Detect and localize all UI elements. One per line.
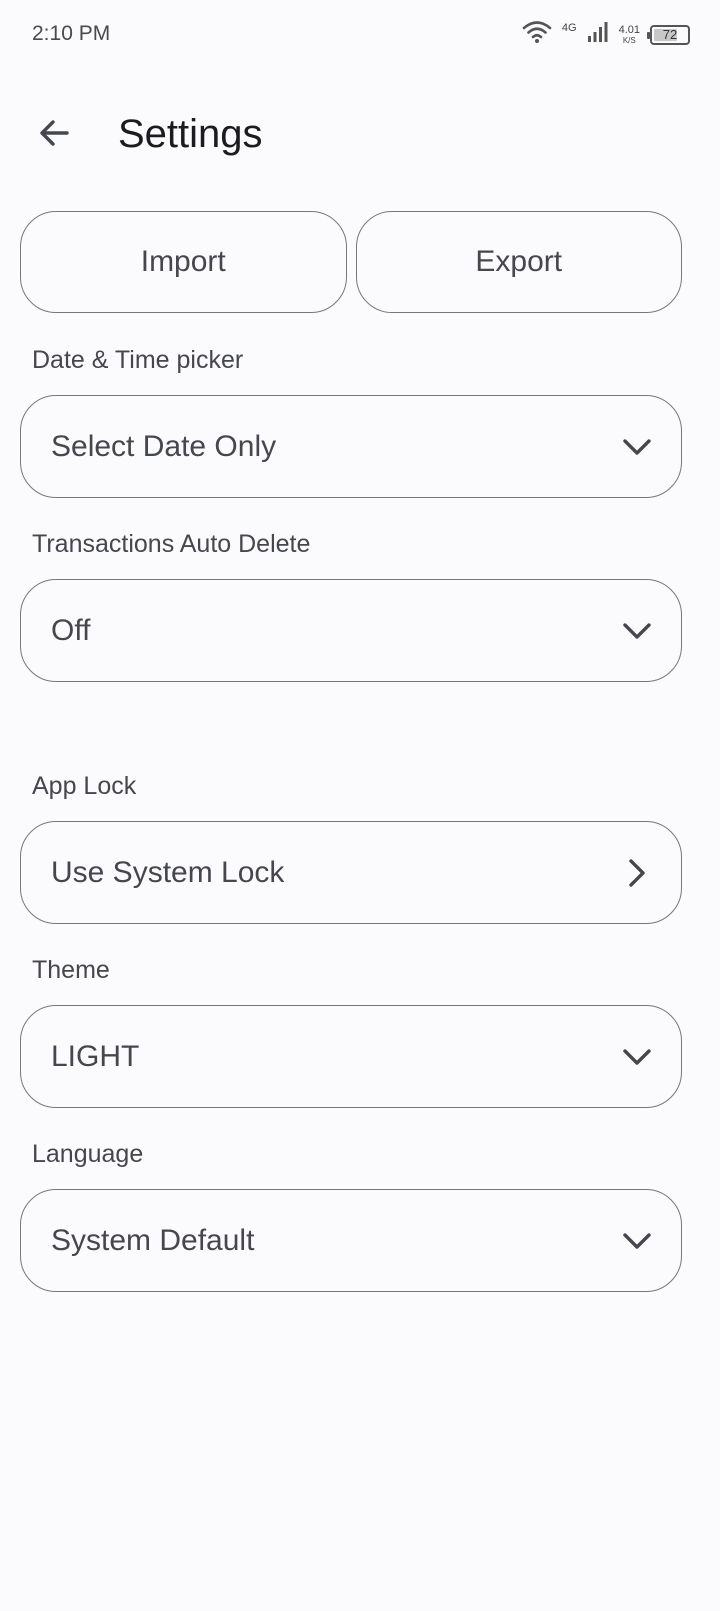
- chevron-down-icon: [621, 431, 653, 463]
- language-label: Language: [32, 1140, 144, 1168]
- import-button[interactable]: Import: [20, 211, 347, 313]
- chevron-right-icon: [621, 857, 653, 889]
- chevron-down-icon: [621, 615, 653, 647]
- app-lock-label: App Lock: [32, 772, 137, 800]
- speed-value: 4.01: [618, 23, 640, 36]
- chevron-down-icon: [621, 1225, 653, 1257]
- theme-label: Theme: [32, 956, 110, 984]
- app-lock-item[interactable]: Use System Lock: [20, 821, 682, 924]
- battery-percent: 72: [662, 27, 678, 42]
- theme-value: LIGHT: [51, 1039, 140, 1073]
- date-time-picker-value: Select Date Only: [51, 429, 277, 463]
- battery-icon: 72: [647, 24, 690, 45]
- date-time-picker-label: Date & Time picker: [32, 346, 244, 374]
- language-value: System Default: [51, 1223, 255, 1257]
- page-title: Settings: [118, 112, 263, 156]
- status-bar: 2:10 PM 4G 4.01 K/S 72: [0, 0, 720, 72]
- arrow-left-icon: [37, 115, 73, 156]
- wifi-icon: [522, 20, 552, 49]
- import-export-row: Import Export: [20, 211, 682, 313]
- auto-delete-value: Off: [51, 613, 91, 647]
- network-type-label: 4G: [561, 22, 577, 34]
- status-icons: 4G 4.01 K/S 72: [522, 20, 690, 49]
- network-speed: 4.01 K/S: [618, 23, 640, 45]
- back-button[interactable]: [30, 110, 80, 160]
- auto-delete-dropdown[interactable]: Off: [20, 579, 682, 682]
- status-time: 2:10 PM: [32, 22, 111, 45]
- theme-dropdown[interactable]: LIGHT: [20, 1005, 682, 1108]
- date-time-picker-dropdown[interactable]: Select Date Only: [20, 395, 682, 498]
- signal-icon: [587, 21, 609, 48]
- speed-unit: K/S: [622, 35, 636, 45]
- export-button[interactable]: Export: [355, 211, 682, 313]
- app-lock-value: Use System Lock: [51, 855, 285, 889]
- auto-delete-label: Transactions Auto Delete: [32, 530, 311, 558]
- chevron-down-icon: [621, 1041, 653, 1073]
- top-app-bar: Settings: [0, 100, 720, 170]
- language-dropdown[interactable]: System Default: [20, 1189, 682, 1292]
